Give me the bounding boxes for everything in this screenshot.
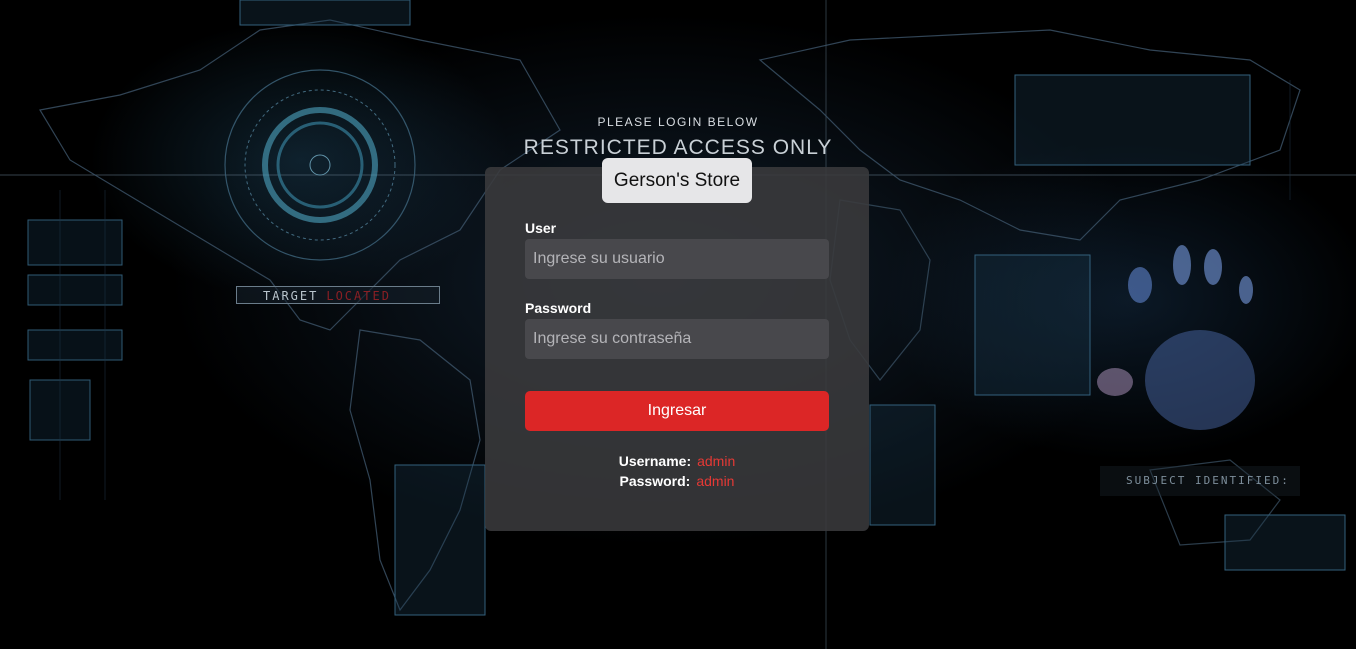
username-hint: Username: admin xyxy=(485,453,869,469)
username-hint-label: Username: xyxy=(618,453,692,469)
subject-identified-tag: SUBJECT IDENTIFIED: xyxy=(1100,466,1300,496)
password-hint: Password: admin xyxy=(485,473,869,489)
target-text: TARGET xyxy=(263,289,319,303)
password-hint-label: Password: xyxy=(619,473,691,489)
password-label: Password xyxy=(525,300,592,316)
username-hint-value: admin xyxy=(697,453,736,469)
page-title: RESTRICTED ACCESS ONLY xyxy=(523,136,833,159)
located-text: LOCATED xyxy=(326,289,391,303)
target-located-tag: TARGET LOCATED xyxy=(236,286,440,304)
store-name-badge: Gerson's Store xyxy=(602,158,752,203)
user-label: User xyxy=(525,220,557,236)
login-subtitle: PLEASE LOGIN BELOW xyxy=(597,115,759,129)
username-input[interactable] xyxy=(525,239,829,279)
password-input[interactable] xyxy=(525,319,829,359)
password-hint-value: admin xyxy=(696,473,735,489)
login-submit-button[interactable]: Ingresar xyxy=(525,391,829,431)
